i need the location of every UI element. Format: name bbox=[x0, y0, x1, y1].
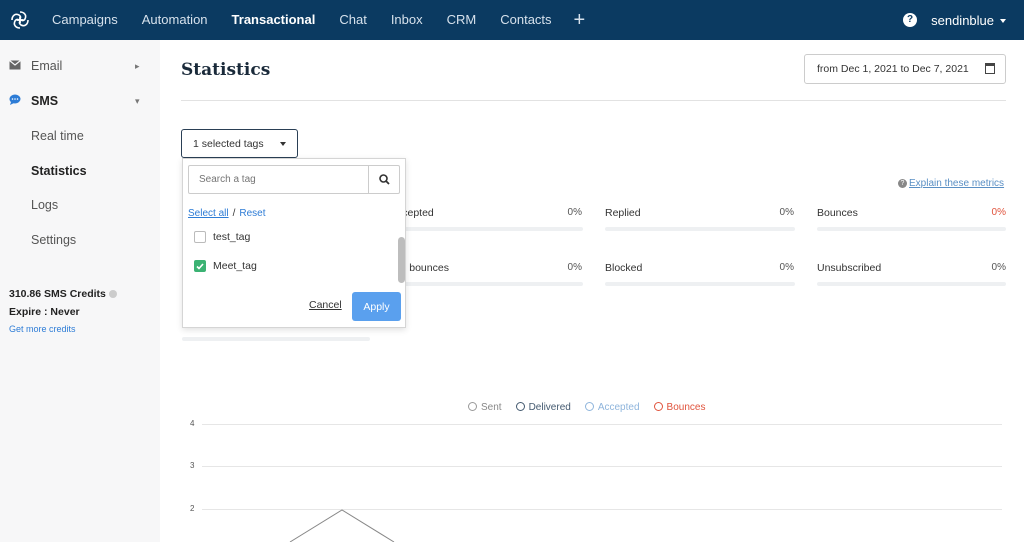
search-button[interactable] bbox=[368, 166, 399, 193]
y-tick-label: 2 bbox=[190, 504, 195, 513]
metric-bar bbox=[605, 227, 795, 231]
nav-chat[interactable]: Chat bbox=[327, 0, 378, 40]
tag-search-box bbox=[188, 165, 400, 194]
tag-option-label: Meet_tag bbox=[213, 260, 257, 272]
date-range-picker[interactable]: from Dec 1, 2021 to Dec 7, 2021 bbox=[804, 54, 1006, 84]
account-menu[interactable]: sendinblue bbox=[931, 13, 1006, 28]
nav-inbox[interactable]: Inbox bbox=[379, 0, 435, 40]
top-navigation-bar: Campaigns Automation Transactional Chat … bbox=[0, 0, 1024, 40]
legend-label: Bounces bbox=[666, 402, 706, 413]
legend-item-accepted[interactable]: Accepted bbox=[584, 402, 640, 413]
metric-label-bounces: Bounces bbox=[817, 207, 858, 219]
account-name: sendinblue bbox=[931, 12, 994, 28]
y-tick-label: 4 bbox=[190, 419, 195, 428]
envelope-icon bbox=[9, 59, 21, 73]
sendinblue-logo-icon[interactable] bbox=[0, 0, 40, 40]
legend-item-sent[interactable]: Sent bbox=[468, 402, 502, 413]
chevron-right-icon: ▸ bbox=[135, 60, 140, 71]
credits-expire: Expire : Never bbox=[9, 306, 80, 318]
scrollbar[interactable] bbox=[398, 237, 405, 283]
tag-option-meet-tag[interactable]: Meet_tag bbox=[194, 260, 257, 272]
chevron-down-icon: ▾ bbox=[135, 95, 140, 106]
sidebar-sub-real-time[interactable]: Real time bbox=[31, 129, 84, 143]
page-title: Statistics bbox=[181, 60, 271, 80]
chat-bubble-icon bbox=[9, 94, 21, 108]
metric-value-blocked: 0% bbox=[779, 262, 794, 273]
chart-plot-area bbox=[289, 509, 395, 542]
help-icon: ? bbox=[898, 178, 907, 188]
nav-automation[interactable]: Automation bbox=[130, 0, 220, 40]
gridline bbox=[202, 466, 1002, 467]
reset-link[interactable]: Reset bbox=[239, 208, 265, 219]
metric-bar bbox=[817, 227, 1006, 231]
sms-credits-text: 310.86 SMS Credits bbox=[9, 288, 106, 300]
sidebar-item-label: SMS bbox=[31, 94, 59, 108]
chevron-down-icon bbox=[1000, 19, 1006, 24]
y-tick-label: 3 bbox=[190, 461, 195, 470]
date-range-text: from Dec 1, 2021 to Dec 7, 2021 bbox=[817, 63, 969, 75]
sidebar-item-label: Email bbox=[31, 59, 63, 73]
legend-marker bbox=[653, 402, 663, 411]
sidebar-sub-logs[interactable]: Logs bbox=[31, 198, 58, 212]
search-icon bbox=[378, 174, 390, 185]
legend-label: Accepted bbox=[597, 402, 640, 413]
checkbox-checked[interactable] bbox=[194, 260, 206, 272]
tag-option-test-tag[interactable]: test_tag bbox=[194, 231, 250, 243]
select-all-link[interactable]: Select all bbox=[188, 208, 229, 219]
sidebar-item-email[interactable]: Email ▸ bbox=[0, 53, 160, 79]
legend-label: Sent bbox=[481, 402, 502, 413]
calendar-icon bbox=[985, 63, 995, 74]
nav-transactional[interactable]: Transactional bbox=[220, 0, 328, 40]
legend-marker bbox=[515, 402, 525, 411]
selection-links: Select all / Reset bbox=[188, 208, 265, 219]
metric-value-unsubscribed: 0% bbox=[991, 262, 1006, 273]
metric-bar bbox=[817, 282, 1006, 286]
nav-contacts[interactable]: Contacts bbox=[488, 0, 563, 40]
nav-campaigns[interactable]: Campaigns bbox=[40, 0, 130, 40]
chevron-down-icon bbox=[280, 142, 286, 146]
legend-label: Delivered bbox=[528, 402, 571, 413]
tag-option-label: test_tag bbox=[213, 231, 251, 243]
metric-bar bbox=[388, 227, 583, 231]
metric-value-replied: 0% bbox=[779, 207, 794, 218]
explain-metrics-text: Explain these metrics bbox=[909, 178, 1005, 189]
legend-marker bbox=[584, 402, 594, 411]
cancel-button[interactable]: Cancel bbox=[309, 299, 342, 311]
metric-value-hard-bounces: 0% bbox=[567, 262, 582, 273]
legend-item-delivered[interactable]: Delivered bbox=[515, 402, 571, 413]
nav-crm[interactable]: CRM bbox=[435, 0, 489, 40]
checkmark-icon bbox=[196, 262, 204, 270]
metric-label-blocked: Blocked bbox=[605, 262, 643, 274]
gridline bbox=[202, 424, 1002, 425]
add-menu-plus-icon[interactable]: + bbox=[564, 0, 596, 40]
tag-search-input[interactable] bbox=[189, 166, 368, 193]
metric-label-unsubscribed: Unsubscribed bbox=[817, 262, 882, 274]
sidebar-sub-statistics[interactable]: Statistics bbox=[31, 164, 87, 178]
help-icon[interactable]: ? bbox=[903, 13, 918, 27]
chart-legend: Sent Delivered Accepted Bounces bbox=[468, 402, 705, 413]
metric-value-bounces: 0% bbox=[991, 207, 1006, 218]
info-icon[interactable] bbox=[108, 290, 117, 299]
sidebar-item-sms[interactable]: SMS ▾ bbox=[0, 88, 160, 114]
metric-value-accepted: 0% bbox=[567, 207, 582, 218]
tags-filter-dropdown[interactable]: 1 selected tags bbox=[181, 129, 298, 158]
divider bbox=[181, 100, 1006, 101]
metric-bar bbox=[388, 282, 583, 286]
metric-bar bbox=[182, 337, 370, 341]
sidebar: Email ▸ SMS ▾ Real time Statistics Logs … bbox=[0, 40, 160, 542]
tags-dropdown-panel: Select all/Reset test_tag Meet_tag Cance… bbox=[182, 158, 406, 328]
checkbox[interactable] bbox=[194, 231, 206, 243]
tags-filter-label: 1 selected tags bbox=[193, 137, 264, 150]
metric-label-replied: Replied bbox=[605, 207, 641, 219]
get-more-credits-link[interactable]: Get more credits bbox=[9, 324, 76, 334]
chart-series-line bbox=[289, 509, 395, 542]
apply-button[interactable]: Apply bbox=[352, 292, 401, 321]
sms-credits: 310.86 SMS Credits bbox=[9, 288, 117, 300]
legend-marker bbox=[468, 402, 477, 411]
sidebar-sub-settings[interactable]: Settings bbox=[31, 233, 76, 247]
explain-metrics-link[interactable]: ? Explain these metrics bbox=[898, 178, 1004, 189]
metric-bar bbox=[605, 282, 795, 286]
separator: / bbox=[232, 208, 236, 219]
legend-item-bounces[interactable]: Bounces bbox=[653, 402, 706, 413]
